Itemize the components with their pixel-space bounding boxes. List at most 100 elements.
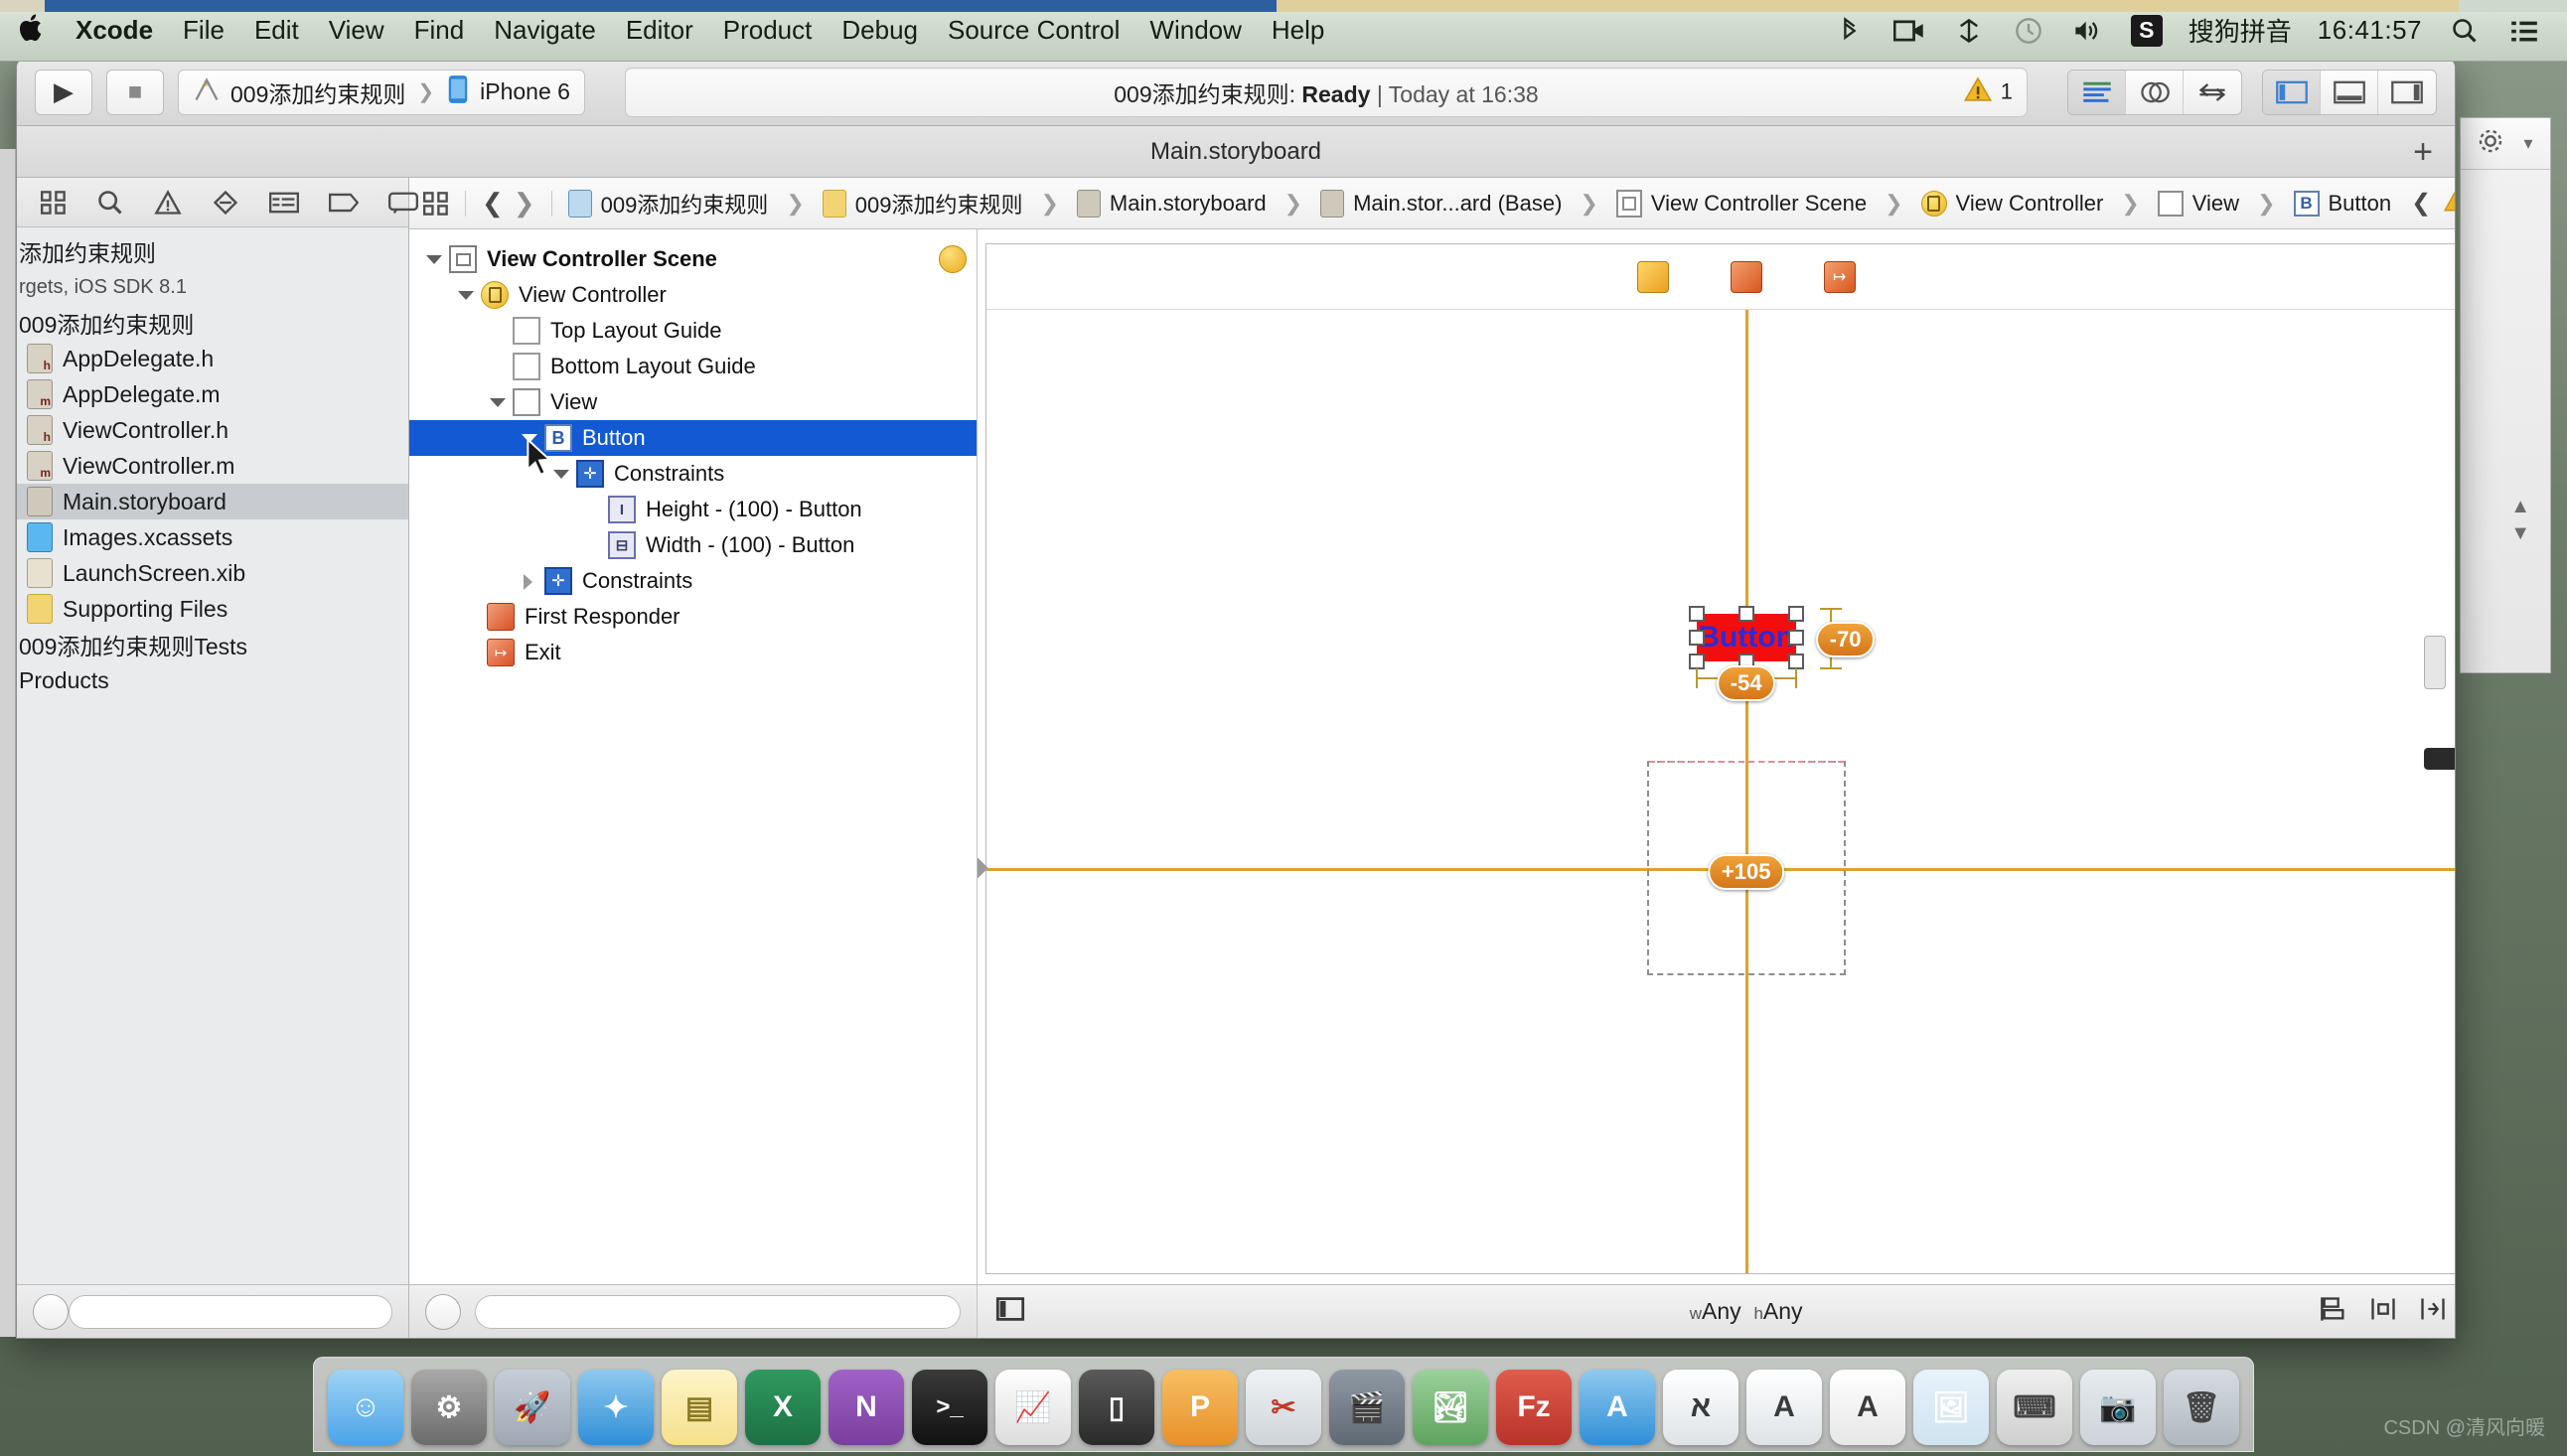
editor-mode-segmented[interactable] (2067, 69, 2242, 115)
dock-item-simulator[interactable]: ▯ (1079, 1370, 1154, 1445)
report-navigator-icon[interactable] (388, 191, 418, 215)
forward-button[interactable]: ❯ (514, 188, 535, 218)
outline-row-constraints-view[interactable]: ✛ Constraints (409, 563, 977, 599)
debug-area-toggle-button[interactable] (2321, 70, 2378, 114)
disclosure-triangle-icon[interactable] (455, 285, 475, 305)
dock-item-excel[interactable]: X (745, 1370, 821, 1445)
nav-row-main-storyboard[interactable]: Main.storyboard (17, 484, 408, 519)
dock-item-safari[interactable]: ✦ (578, 1370, 654, 1445)
navigator-selector-bar[interactable] (17, 178, 418, 227)
nav-row-appdelegate-m[interactable]: m AppDelegate.m (17, 376, 408, 412)
outline-row-view[interactable]: View (409, 384, 977, 420)
interface-builder-canvas[interactable]: ↦ +105 Button -70 -54 (978, 229, 2455, 1284)
resize-handle-bl[interactable] (1688, 654, 1705, 669)
breadcrumb-button[interactable]: B Button (2293, 190, 2391, 217)
version-editor-button[interactable] (2184, 71, 2241, 114)
size-class-label[interactable]: wAny hAny (1690, 1298, 1803, 1325)
dock-item-finder[interactable]: ☺ (328, 1370, 403, 1445)
utilities-header[interactable]: ▾ (2461, 118, 2550, 170)
dock-item-preview[interactable]: 🖼 (1913, 1370, 1989, 1445)
menu-navigate[interactable]: Navigate (494, 15, 596, 46)
filter-circle-icon[interactable] (425, 1293, 461, 1330)
stop-button[interactable]: ■ (106, 69, 164, 115)
resize-handle-br[interactable] (1787, 654, 1804, 669)
dock-item-font-book[interactable]: A (1746, 1370, 1822, 1445)
dock-item-keyboard-viewer[interactable]: ⌨ (1997, 1370, 2072, 1445)
dock-item-screenshot[interactable]: 📷 (2080, 1370, 2156, 1445)
dock-item-imovie[interactable]: 🎬 (1329, 1370, 1405, 1445)
document-outline-toggle[interactable] (995, 1296, 1025, 1327)
assistant-editor-button[interactable] (2126, 70, 2184, 114)
outline-row-button[interactable]: B Button (409, 420, 977, 456)
align-icon[interactable] (2320, 1296, 2347, 1327)
disclosure-triangle-icon[interactable] (519, 571, 538, 591)
breakpoint-navigator-icon[interactable] (329, 192, 359, 214)
first-responder-badge-icon[interactable] (1730, 260, 1762, 293)
nav-row-products-group[interactable]: Products (17, 662, 408, 698)
menu-window[interactable]: Window (1149, 15, 1241, 46)
view-toggles-segmented[interactable] (2262, 69, 2437, 115)
breadcrumb-project[interactable]: 009添加约束规则 (567, 188, 768, 219)
breadcrumb-storyboard-base[interactable]: Main.stor...ard (Base) (1320, 189, 1562, 218)
outline-row-top-layout-guide[interactable]: Top Layout Guide (409, 313, 977, 349)
search-navigator-icon[interactable] (96, 190, 124, 216)
warning-icon[interactable] (2443, 189, 2455, 218)
outline-filter-input[interactable] (475, 1294, 961, 1329)
menubar-clock[interactable]: 16:41:57 (2318, 15, 2422, 46)
breadcrumb-group[interactable]: 009添加约束规则 (822, 188, 1022, 219)
volume-icon[interactable] (2071, 16, 2105, 46)
input-method-label[interactable]: 搜狗拼音 (2189, 12, 2292, 49)
window-resize-tab[interactable] (2424, 636, 2446, 689)
resize-handle-tl[interactable] (1688, 606, 1705, 622)
chevron-down-icon[interactable]: ▾ (2523, 133, 2532, 154)
menu-file[interactable]: File (183, 15, 225, 46)
menu-editor[interactable]: Editor (626, 15, 693, 46)
nav-row-appdelegate-h[interactable]: h AppDelegate.h (17, 341, 408, 376)
dock-item-charts[interactable]: 📈 (995, 1370, 1071, 1445)
scene-exit-badge-icon[interactable] (939, 245, 967, 273)
stepper-up-icon[interactable]: ▲ (2510, 496, 2530, 518)
screen-record-icon[interactable] (1892, 16, 1926, 46)
nav-row-tests-group[interactable]: 009添加约束规则Tests (17, 627, 408, 662)
timemachine-icon[interactable] (2012, 16, 2045, 46)
airdrop-icon[interactable] (1952, 16, 1986, 46)
project-navigator-list[interactable]: 添加约束规则 rgets, iOS SDK 8.1 009添加约束规则 h Ap… (17, 227, 408, 1284)
resize-handle-mr[interactable] (1787, 630, 1804, 646)
navigator-filter-input[interactable] (69, 1294, 392, 1329)
back-button[interactable]: ❮ (482, 188, 504, 218)
dock-item-analytics[interactable]: ﬡ (1663, 1370, 1738, 1445)
warning-indicator[interactable]: 1 (1963, 75, 2013, 108)
dock-item-trash[interactable]: 🗑 (2164, 1370, 2239, 1445)
outline-row-exit[interactable]: ↦ Exit (409, 635, 977, 670)
vertical-spacing-constraint-badge[interactable]: -70 (1815, 622, 1876, 657)
jumpbar-issue-controls[interactable]: ❮ ❯ (2401, 189, 2455, 218)
utilities-toggle-button[interactable] (2378, 71, 2436, 114)
standard-editor-button[interactable] (2068, 70, 2126, 114)
pin-icon[interactable] (2369, 1296, 2397, 1327)
menu-product[interactable]: Product (723, 15, 813, 46)
navigator-toggle-button[interactable] (2263, 70, 2321, 114)
nav-row-supporting-files[interactable]: Supporting Files (17, 591, 408, 627)
nav-row-project[interactable]: 添加约束规则 (17, 233, 408, 269)
menubar-items[interactable]: Xcode File Edit View Find Navigate Edito… (18, 12, 1324, 50)
outline-row-height-constraint[interactable]: I Height - (100) - Button (409, 492, 977, 527)
outline-row-view-controller[interactable]: View Controller (409, 277, 977, 313)
run-button[interactable]: ▶ (35, 69, 92, 115)
outline-row-width-constraint[interactable]: ⊟ Width - (100) - Button (409, 527, 977, 563)
disclosure-triangle-icon[interactable] (487, 392, 507, 412)
notification-center-icon[interactable] (2507, 16, 2541, 46)
exit-badge-icon[interactable]: ↦ (1823, 260, 1856, 293)
dock[interactable]: ☺ ⚙ 🚀 ✦ ▤ X N >_ 📈 ▯ P ✂ 🎬 🏞 Fz A ﬡ A A … (313, 1357, 2254, 1452)
bluetooth-icon[interactable] (1833, 16, 1867, 46)
outline-row-first-responder[interactable]: First Responder (409, 599, 977, 635)
add-file-button[interactable] (33, 1293, 69, 1330)
view-controller-badge-icon[interactable] (1636, 260, 1669, 293)
menu-view[interactable]: View (329, 15, 384, 46)
menu-xcode[interactable]: Xcode (76, 15, 153, 46)
disclosure-triangle-icon[interactable] (423, 249, 443, 269)
outline-row-scene[interactable]: View Controller Scene (409, 241, 977, 277)
editor-jump-bar[interactable]: ❮ ❯ 009添加约束规则 ❯ 009添加约束规则 ❯ Main.storybo… (409, 178, 2455, 229)
dock-item-launchpad[interactable]: 🚀 (495, 1370, 570, 1445)
dock-item-photos[interactable]: 🏞 (1413, 1370, 1488, 1445)
debug-navigator-icon[interactable] (269, 191, 299, 215)
